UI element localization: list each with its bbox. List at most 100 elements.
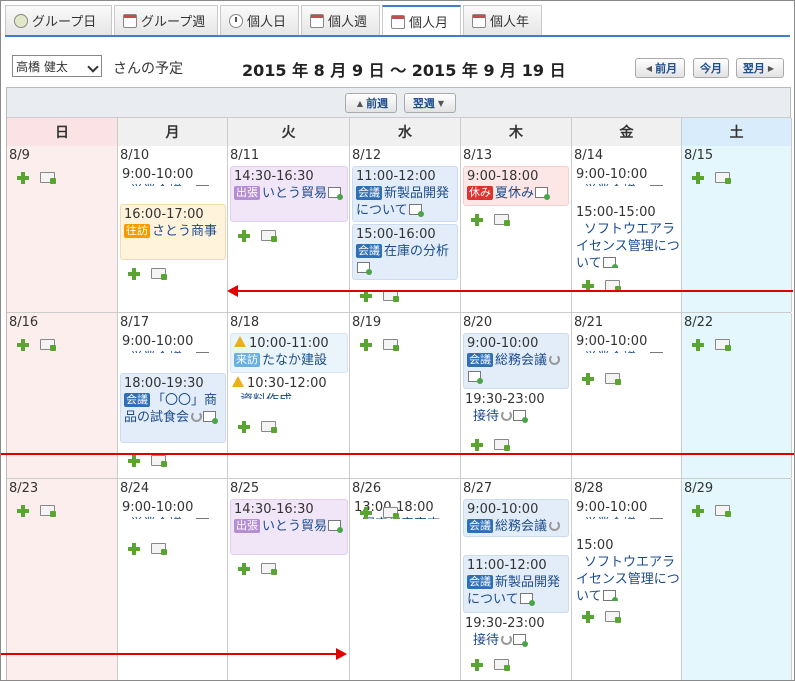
add-schedule-icon[interactable] xyxy=(692,505,704,517)
add-schedule-icon[interactable] xyxy=(128,268,140,280)
add-folder-icon[interactable] xyxy=(605,611,621,623)
day-number[interactable]: 8/14 xyxy=(574,148,603,163)
add-folder-icon[interactable] xyxy=(40,505,56,517)
next-week-button[interactable]: 翌週 ▼ xyxy=(404,93,456,113)
day-number[interactable]: 8/24 xyxy=(120,481,149,496)
add-folder-icon[interactable] xyxy=(715,339,731,351)
event-title[interactable]: 営業会議 xyxy=(130,184,210,186)
next-month-button[interactable]: 翌月 ▶ xyxy=(736,58,784,78)
add-folder-icon[interactable] xyxy=(261,421,277,433)
schedule-event[interactable]: 9:00-10:00 営業会議 xyxy=(576,333,680,353)
add-folder-icon[interactable] xyxy=(383,507,399,519)
event-title[interactable]: 営業会議 xyxy=(584,517,664,519)
day-number[interactable]: 8/16 xyxy=(9,315,38,330)
tab-5[interactable]: 個人月 xyxy=(382,5,461,36)
day-number[interactable]: 8/11 xyxy=(230,148,259,163)
schedule-event[interactable]: 19:30-23:00 接待 xyxy=(465,615,571,655)
event-title[interactable]: 会議 「〇〇」商品の試食会 xyxy=(124,393,219,425)
event-title[interactable]: 固定資産実査 xyxy=(362,517,440,519)
day-number[interactable]: 8/20 xyxy=(463,315,492,330)
schedule-event[interactable]: 18:00-19:30 会議 「〇〇」商品の試食会 xyxy=(120,373,226,443)
day-number[interactable]: 8/19 xyxy=(352,315,381,330)
day-number[interactable]: 8/25 xyxy=(230,481,259,496)
add-folder-icon[interactable] xyxy=(151,543,167,555)
schedule-event[interactable]: 9:00-10:00 営業会議 xyxy=(576,166,680,186)
tab-4[interactable]: 個人週 xyxy=(301,5,380,35)
event-title[interactable]: 来訪 たなか建設 xyxy=(234,353,327,368)
add-folder-icon[interactable] xyxy=(715,172,731,184)
add-schedule-icon[interactable] xyxy=(582,373,594,385)
add-schedule-icon[interactable] xyxy=(17,172,29,184)
prev-week-button[interactable]: ▲ 前週 xyxy=(345,93,397,113)
day-number[interactable]: 8/28 xyxy=(574,481,603,496)
day-number[interactable]: 8/18 xyxy=(230,315,259,330)
day-number[interactable]: 8/10 xyxy=(120,148,149,163)
add-schedule-icon[interactable] xyxy=(128,543,140,555)
event-title[interactable]: 接待 xyxy=(473,409,529,424)
add-schedule-icon[interactable] xyxy=(17,505,29,517)
add-folder-icon[interactable] xyxy=(261,230,277,242)
event-title[interactable]: ソフトウエアライセンス管理について xyxy=(576,555,680,601)
event-title[interactable]: 接待 xyxy=(473,633,529,648)
add-folder-icon[interactable] xyxy=(494,214,510,226)
schedule-event[interactable]: 9:00-10:00 会議 総務会議 xyxy=(463,333,569,389)
event-title[interactable]: 会議 新製品開発について xyxy=(356,186,449,218)
day-number[interactable]: 8/12 xyxy=(352,148,381,163)
event-title[interactable]: 営業会議 xyxy=(130,517,210,519)
tab-3[interactable]: 個人日 xyxy=(220,5,299,35)
schedule-event[interactable]: 9:00-10:00 営業会議 xyxy=(122,166,218,186)
add-folder-icon[interactable] xyxy=(40,339,56,351)
schedule-event[interactable]: 15:00-16:00 会議 在庫の分析 xyxy=(352,224,458,280)
schedule-event[interactable]: 9:00-10:00 営業会議 xyxy=(122,499,218,519)
user-select[interactable]: 高橋 健太 xyxy=(12,55,102,77)
add-schedule-icon[interactable] xyxy=(238,421,250,433)
schedule-event[interactable]: 14:30-16:30 出張 いとう貿易 xyxy=(230,499,348,555)
schedule-event[interactable]: 16:00-17:00 往訪 さとう商事 xyxy=(120,204,226,260)
day-number[interactable]: 8/23 xyxy=(9,481,38,496)
event-title[interactable]: 往訪 さとう商事 xyxy=(124,224,217,239)
add-folder-icon[interactable] xyxy=(151,268,167,280)
add-folder-icon[interactable] xyxy=(40,172,56,184)
event-title[interactable]: 営業会議 xyxy=(584,351,664,353)
schedule-event[interactable]: 11:00-12:00 会議 新製品開発について xyxy=(352,166,458,222)
schedule-event[interactable]: 10:30-12:00 資料作成 xyxy=(232,375,350,399)
add-folder-icon[interactable] xyxy=(494,659,510,671)
add-schedule-icon[interactable] xyxy=(582,611,594,623)
tab-2[interactable]: グループ週 xyxy=(114,5,218,35)
add-schedule-icon[interactable] xyxy=(360,339,372,351)
day-number[interactable]: 8/21 xyxy=(574,315,603,330)
tab-1[interactable]: グループ日 xyxy=(5,5,112,35)
schedule-event[interactable]: 14:30-16:30 出張 いとう貿易 xyxy=(230,166,348,222)
add-schedule-icon[interactable] xyxy=(128,455,140,467)
event-title[interactable]: ソフトウエアライセンス管理について xyxy=(576,222,680,268)
day-number[interactable]: 8/27 xyxy=(463,481,492,496)
schedule-event[interactable]: 9:00-10:00 営業会議 xyxy=(122,333,218,353)
add-schedule-icon[interactable] xyxy=(471,439,483,451)
schedule-event[interactable]: 9:00-10:00 会議 総務会議 xyxy=(463,499,569,537)
prev-month-button[interactable]: ◀ 前月 xyxy=(635,58,685,78)
event-title[interactable]: 休み 夏休み xyxy=(467,186,551,201)
add-folder-icon[interactable] xyxy=(261,563,277,575)
add-schedule-icon[interactable] xyxy=(17,339,29,351)
add-folder-icon[interactable] xyxy=(494,439,510,451)
event-title[interactable]: 営業会議 xyxy=(130,351,210,353)
add-schedule-icon[interactable] xyxy=(238,563,250,575)
add-folder-icon[interactable] xyxy=(151,455,167,467)
add-folder-icon[interactable] xyxy=(715,505,731,517)
event-title[interactable]: 営業会議 xyxy=(584,184,664,186)
schedule-event[interactable]: 19:30-23:00 接待 xyxy=(465,391,571,431)
add-schedule-icon[interactable] xyxy=(471,214,483,226)
day-number[interactable]: 8/9 xyxy=(9,148,30,163)
day-number[interactable]: 8/29 xyxy=(684,481,713,496)
day-number[interactable]: 8/22 xyxy=(684,315,713,330)
add-schedule-icon[interactable] xyxy=(360,507,372,519)
tab-6[interactable]: 個人年 xyxy=(463,5,542,35)
schedule-event[interactable]: 9:00-10:00 営業会議 xyxy=(576,499,680,519)
schedule-event[interactable]: 11:00-12:00 会議 新製品開発について xyxy=(463,555,569,613)
day-number[interactable]: 8/17 xyxy=(120,315,149,330)
add-schedule-icon[interactable] xyxy=(471,659,483,671)
event-title[interactable]: 会議 新製品開発について xyxy=(467,575,560,607)
schedule-event[interactable]: 9:00-18:00 休み 夏休み xyxy=(463,166,569,206)
event-title[interactable]: 会議 在庫の分析 xyxy=(356,244,449,276)
schedule-event[interactable]: 15:00 ソフトウエアライセンス管理について xyxy=(576,537,680,601)
